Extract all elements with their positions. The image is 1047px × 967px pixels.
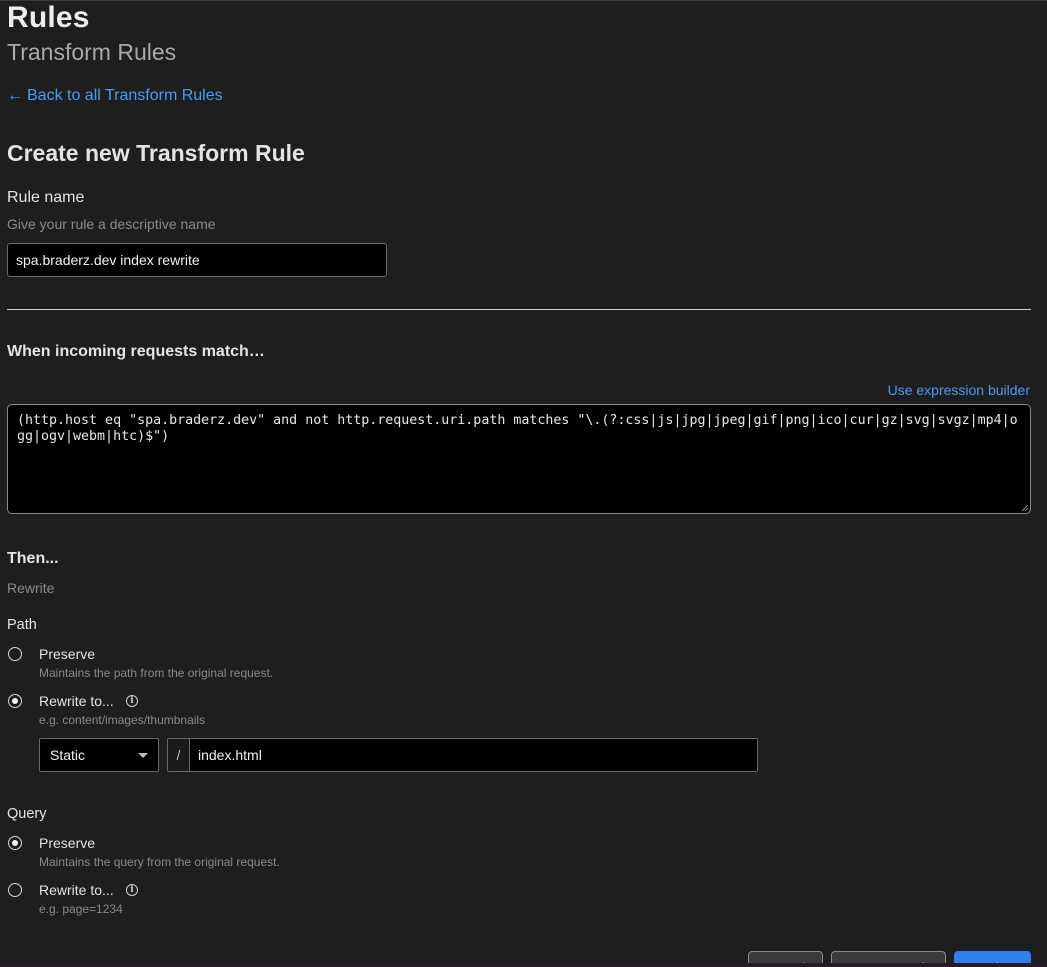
path-type-select[interactable]: Static <box>39 738 159 772</box>
then-action: Rewrite <box>7 580 55 596</box>
path-rewrite-hint: e.g. content/images/thumbnails <box>39 713 206 727</box>
expression-editor[interactable]: (http.host eq "spa.braderz.dev" and not … <box>7 404 1031 514</box>
path-label: Path <box>7 617 37 633</box>
path-rewrite-field: / <box>167 738 758 772</box>
path-type-value: Static <box>50 747 86 763</box>
path-prefix: / <box>168 739 190 771</box>
expression-builder-link[interactable]: Use expression builder <box>888 382 1030 398</box>
form-heading: Create new Transform Rule <box>7 140 305 166</box>
section-divider <box>7 309 1031 310</box>
resize-grip-icon[interactable] <box>1021 504 1029 512</box>
path-rewrite-input[interactable] <box>190 739 757 771</box>
query-rewrite-hint: e.g. page=1234 <box>39 902 123 916</box>
info-icon[interactable]: i <box>126 695 138 707</box>
rule-name-input[interactable] <box>7 243 387 277</box>
page-title: Rules <box>7 1 90 34</box>
path-rewrite-radio[interactable] <box>8 694 22 708</box>
back-link[interactable]: ← Back to all Transform Rules <box>7 87 223 105</box>
chevron-down-icon <box>138 752 148 758</box>
match-heading: When incoming requests match… <box>7 343 265 360</box>
path-preserve-radio[interactable] <box>8 647 22 661</box>
query-preserve-hint: Maintains the query from the original re… <box>39 855 280 869</box>
path-preserve-hint: Maintains the path from the original req… <box>39 666 274 680</box>
rule-name-hint: Give your rule a descriptive name <box>7 216 216 232</box>
arrow-left-icon: ← <box>7 87 23 104</box>
window-bottom-edge <box>0 963 1047 967</box>
query-rewrite-label[interactable]: Rewrite to... <box>39 882 114 898</box>
rule-name-label: Rule name <box>7 189 85 206</box>
path-preserve-label[interactable]: Preserve <box>39 646 95 662</box>
query-rewrite-radio[interactable] <box>8 883 22 897</box>
query-preserve-radio[interactable] <box>8 836 22 850</box>
transform-rule-page: Rules Transform Rules ← Back to all Tran… <box>0 0 1047 967</box>
page-subtitle: Transform Rules <box>7 39 177 65</box>
info-icon[interactable]: i <box>126 884 138 896</box>
back-link-label: Back to all Transform Rules <box>27 87 223 104</box>
query-preserve-label[interactable]: Preserve <box>39 835 95 851</box>
query-label: Query <box>7 806 47 822</box>
then-heading: Then... <box>7 550 59 567</box>
path-rewrite-label[interactable]: Rewrite to... <box>39 693 114 709</box>
